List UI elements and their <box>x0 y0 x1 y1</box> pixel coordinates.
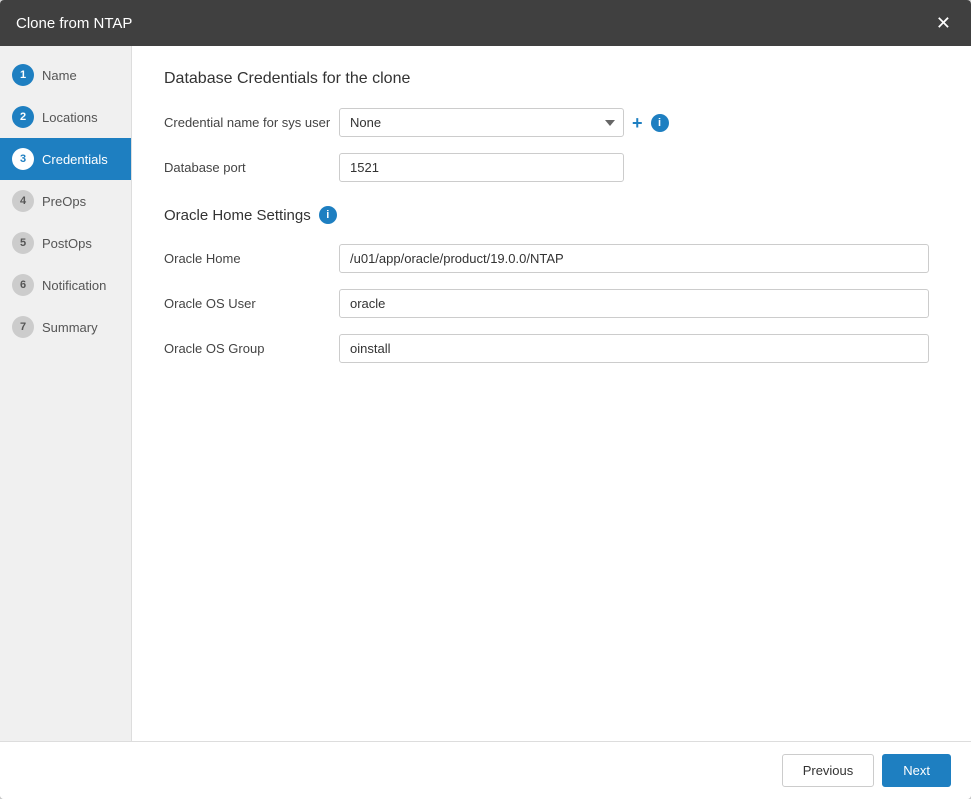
sidebar-item-preops[interactable]: 4 PreOps <box>0 180 131 222</box>
step-badge-2: 2 <box>12 106 34 128</box>
next-button[interactable]: Next <box>882 754 951 787</box>
dialog-header: Clone from NTAP ✕ <box>0 0 971 46</box>
dialog-footer: Previous Next <box>0 741 971 799</box>
step-badge-6: 6 <box>12 274 34 296</box>
sidebar-label-notification: Notification <box>42 278 106 293</box>
sidebar: 1 Name 2 Locations 3 Credentials 4 PreOp… <box>0 46 132 741</box>
clone-dialog: Clone from NTAP ✕ 1 Name 2 Locations 3 C… <box>0 0 971 799</box>
sidebar-item-postops[interactable]: 5 PostOps <box>0 222 131 264</box>
oracle-os-user-control-wrapper <box>339 289 939 318</box>
oracle-os-group-group: Oracle OS Group <box>164 334 939 363</box>
close-button[interactable]: ✕ <box>932 12 955 34</box>
port-control-wrapper <box>339 153 939 182</box>
sidebar-item-name[interactable]: 1 Name <box>0 54 131 96</box>
oracle-home-control-wrapper <box>339 244 939 273</box>
oracle-info-icon[interactable]: i <box>319 206 337 224</box>
step-badge-4: 4 <box>12 190 34 212</box>
sidebar-label-locations: Locations <box>42 110 98 125</box>
sidebar-label-credentials: Credentials <box>42 152 108 167</box>
oracle-os-group-label: Oracle OS Group <box>164 341 339 356</box>
credential-info-icon[interactable]: i <box>651 114 669 132</box>
add-credential-button[interactable]: + <box>632 114 643 132</box>
dialog-body: 1 Name 2 Locations 3 Credentials 4 PreOp… <box>0 46 971 741</box>
step-badge-3: 3 <box>12 148 34 170</box>
port-input[interactable] <box>339 153 624 182</box>
oracle-os-user-label: Oracle OS User <box>164 296 339 311</box>
port-label: Database port <box>164 160 339 175</box>
oracle-section-title: Oracle Home Settings <box>164 207 311 224</box>
oracle-os-group-input[interactable] <box>339 334 929 363</box>
sidebar-label-preops: PreOps <box>42 194 86 209</box>
credential-label: Credential name for sys user <box>164 115 339 130</box>
oracle-os-user-group: Oracle OS User <box>164 289 939 318</box>
previous-button[interactable]: Previous <box>782 754 875 787</box>
sidebar-item-credentials[interactable]: 3 Credentials <box>0 138 131 180</box>
database-port-group: Database port <box>164 153 939 182</box>
oracle-home-group: Oracle Home <box>164 244 939 273</box>
step-badge-1: 1 <box>12 64 34 86</box>
oracle-os-group-control-wrapper <box>339 334 939 363</box>
sidebar-item-notification[interactable]: 6 Notification <box>0 264 131 306</box>
dialog-title: Clone from NTAP <box>16 15 132 32</box>
step-badge-5: 5 <box>12 232 34 254</box>
main-content: Database Credentials for the clone Crede… <box>132 46 971 741</box>
oracle-section-divider: Oracle Home Settings i <box>164 206 939 224</box>
credential-control-wrapper: None + i <box>339 108 939 137</box>
step-badge-7: 7 <box>12 316 34 338</box>
oracle-home-label: Oracle Home <box>164 251 339 266</box>
sidebar-label-postops: PostOps <box>42 236 92 251</box>
sidebar-item-locations[interactable]: 2 Locations <box>0 96 131 138</box>
credential-select[interactable]: None <box>339 108 624 137</box>
sidebar-label-summary: Summary <box>42 320 98 335</box>
oracle-os-user-input[interactable] <box>339 289 929 318</box>
credential-name-group: Credential name for sys user None + i <box>164 108 939 137</box>
oracle-home-input[interactable] <box>339 244 929 273</box>
sidebar-label-name: Name <box>42 68 77 83</box>
sidebar-item-summary[interactable]: 7 Summary <box>0 306 131 348</box>
section-title: Database Credentials for the clone <box>164 70 939 88</box>
